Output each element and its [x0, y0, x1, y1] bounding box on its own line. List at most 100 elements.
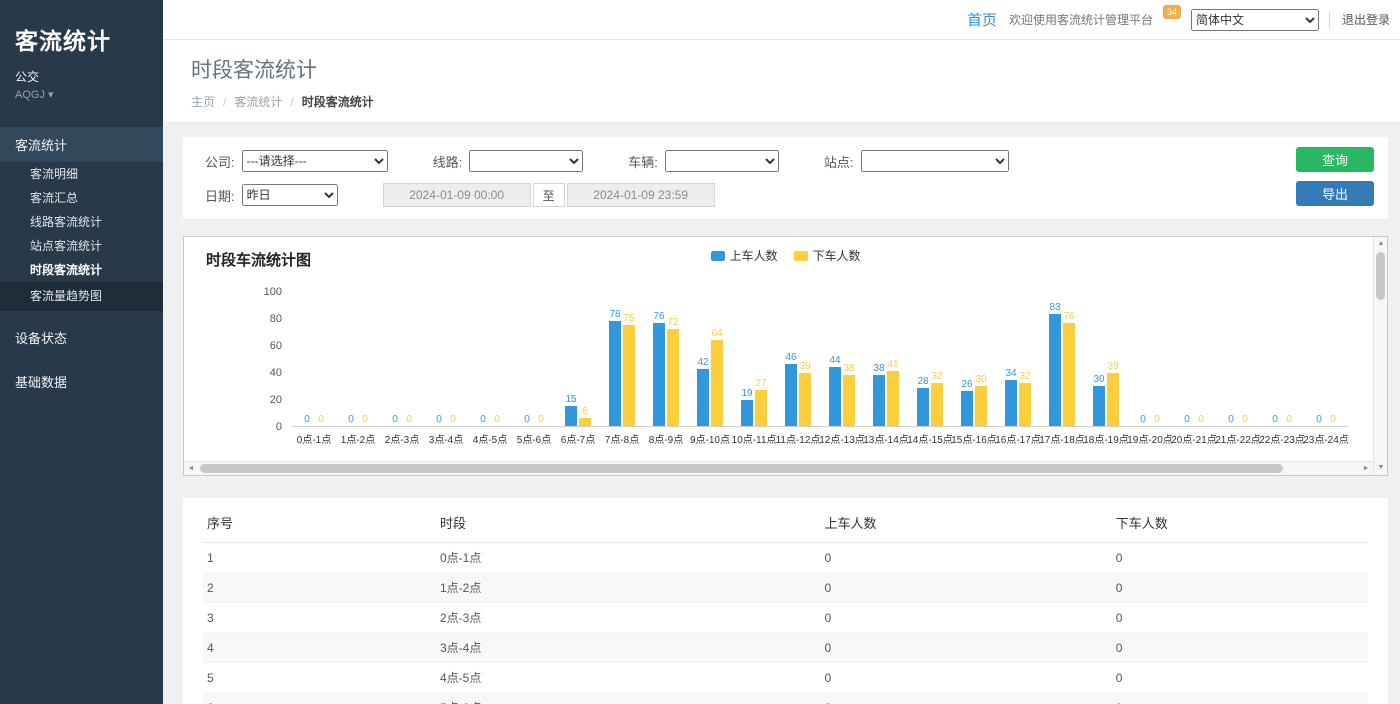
- bar-group: 384113点-14点: [864, 292, 908, 446]
- bar[interactable]: [653, 323, 665, 426]
- y-axis-tick: 20: [270, 394, 282, 406]
- x-axis-label: 7点-8点: [600, 431, 644, 446]
- legend-item[interactable]: 下车人数: [794, 247, 861, 264]
- filter-panel: 公司: ---请选择--- 线路: 车辆: 站点:: [183, 137, 1388, 219]
- org-code-dropdown[interactable]: AQGJ ▾: [0, 85, 163, 101]
- table-cell: 0: [820, 693, 1111, 704]
- bar[interactable]: [565, 406, 577, 426]
- sidebar-item[interactable]: 站点客流统计: [0, 234, 163, 258]
- bar-group: 0021点-22点: [1216, 292, 1260, 446]
- x-axis-label: 16点-17点: [996, 431, 1040, 446]
- table-cell: 0: [820, 633, 1111, 663]
- bar[interactable]: [975, 386, 987, 427]
- vertical-scrollbar[interactable]: ▲ ▼: [1373, 237, 1387, 475]
- bar-group: 263015点-16点: [952, 292, 996, 446]
- bar-group: 0023点-24点: [1304, 292, 1348, 446]
- bar[interactable]: [711, 340, 723, 426]
- sidebar-item[interactable]: 客流明细: [0, 162, 163, 186]
- bar[interactable]: [799, 373, 811, 426]
- bar-value-label: 0: [1198, 414, 1204, 425]
- station-select[interactable]: [861, 150, 1009, 172]
- org-name: 公交: [0, 62, 163, 85]
- bar[interactable]: [961, 391, 973, 426]
- bar[interactable]: [667, 329, 679, 426]
- scroll-up-arrow-icon[interactable]: ▲: [1374, 237, 1388, 251]
- vehicle-select[interactable]: [665, 150, 779, 172]
- bar-value-label: 0: [494, 414, 500, 425]
- start-date-input[interactable]: [383, 183, 531, 207]
- bar[interactable]: [873, 375, 885, 426]
- breadcrumb-item[interactable]: 客流统计: [234, 93, 282, 110]
- page-title: 时段客流统计: [191, 54, 1372, 84]
- horizontal-scrollbar[interactable]: ◄ ►: [184, 461, 1373, 475]
- bar-value-label: 76: [1063, 311, 1074, 322]
- bar[interactable]: [755, 390, 767, 426]
- sidebar-item[interactable]: 客流汇总: [0, 186, 163, 210]
- table-cell: 1点-2点: [436, 573, 820, 603]
- home-link[interactable]: 首页: [967, 9, 997, 30]
- scroll-right-arrow-icon[interactable]: ►: [1359, 462, 1373, 476]
- language-select[interactable]: 简体中文: [1191, 9, 1319, 31]
- logout-link[interactable]: 退出登录: [1329, 11, 1390, 28]
- scroll-down-arrow-icon[interactable]: ▼: [1374, 461, 1388, 475]
- breadcrumb-item[interactable]: 主页: [191, 93, 215, 110]
- end-date-input[interactable]: [567, 183, 715, 207]
- bar[interactable]: [843, 375, 855, 426]
- company-label: 公司:: [205, 152, 235, 171]
- export-button[interactable]: 导出: [1296, 181, 1374, 206]
- date-preset-select[interactable]: 昨日: [242, 184, 338, 206]
- bar[interactable]: [931, 383, 943, 426]
- bar[interactable]: [579, 418, 591, 426]
- sidebar-section[interactable]: 设备状态: [0, 320, 163, 355]
- bar[interactable]: [1005, 380, 1017, 426]
- table-cell: 2: [203, 573, 436, 603]
- table-cell: 5: [203, 663, 436, 693]
- bar[interactable]: [609, 321, 621, 426]
- bar-value-label: 0: [1330, 414, 1336, 425]
- x-axis-label: 12点-13点: [820, 431, 864, 446]
- bar[interactable]: [1049, 314, 1061, 426]
- scroll-left-arrow-icon[interactable]: ◄: [184, 462, 198, 476]
- bar-value-label: 0: [480, 414, 486, 425]
- x-axis-label: 6点-7点: [556, 431, 600, 446]
- query-button[interactable]: 查询: [1296, 147, 1374, 172]
- bar-value-label: 0: [1316, 414, 1322, 425]
- table-cell: 4点-5点: [436, 663, 820, 693]
- bar[interactable]: [741, 400, 753, 426]
- notification-badge[interactable]: 34: [1163, 5, 1181, 19]
- table-cell: 4: [203, 633, 436, 663]
- bar[interactable]: [917, 388, 929, 426]
- bar[interactable]: [1063, 323, 1075, 426]
- date-range-separator: 至: [533, 183, 565, 207]
- x-axis-label: 8点-9点: [644, 431, 688, 446]
- bar[interactable]: [697, 369, 709, 426]
- chart-y-axis: 020406080100: [246, 292, 292, 427]
- table-header-cell: 上车人数: [820, 500, 1111, 543]
- sidebar-item[interactable]: 时段客流统计: [0, 258, 163, 282]
- bar[interactable]: [829, 367, 841, 426]
- company-select[interactable]: ---请选择---: [242, 150, 388, 172]
- bar[interactable]: [1019, 383, 1031, 426]
- bar[interactable]: [623, 325, 635, 426]
- horizontal-scrollbar-thumb[interactable]: [200, 464, 1283, 473]
- sidebar-item[interactable]: 线路客流统计: [0, 210, 163, 234]
- sidebar-section[interactable]: 客流统计: [0, 127, 163, 162]
- line-select[interactable]: [469, 150, 583, 172]
- bar-group: 78757点-8点: [600, 292, 644, 446]
- bar[interactable]: [785, 364, 797, 426]
- sidebar-item[interactable]: 客流量趋势图: [0, 282, 163, 311]
- line-label: 线路:: [433, 152, 463, 171]
- sidebar-section[interactable]: 基础数据: [0, 364, 163, 399]
- bar-value-label: 38: [843, 363, 854, 374]
- legend-item[interactable]: 上车人数: [710, 247, 777, 264]
- bar[interactable]: [887, 371, 899, 426]
- bar-group: 001点-2点: [336, 292, 380, 446]
- bar-value-label: 39: [1107, 361, 1118, 372]
- table-cell: 3点-4点: [436, 633, 820, 663]
- bar[interactable]: [1093, 386, 1105, 427]
- bar[interactable]: [1107, 373, 1119, 426]
- bar-value-label: 30: [1093, 374, 1104, 385]
- station-label: 站点:: [824, 152, 854, 171]
- x-axis-label: 19点-20点: [1128, 431, 1172, 446]
- vertical-scrollbar-thumb[interactable]: [1376, 252, 1385, 300]
